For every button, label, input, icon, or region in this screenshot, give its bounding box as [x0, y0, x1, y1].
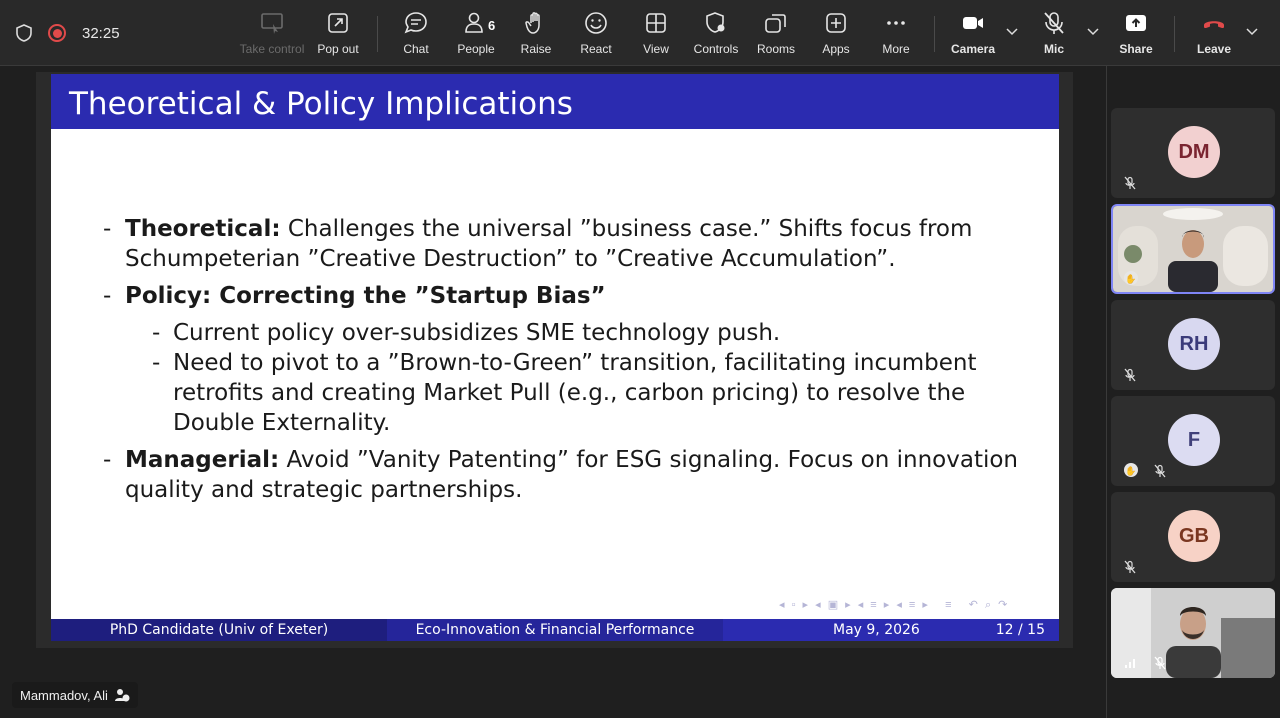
participant-tile-self[interactable] [1111, 588, 1275, 678]
toolbar-divider [1174, 16, 1175, 52]
share-button[interactable]: Share [1106, 10, 1166, 60]
slide-footer: PhD Candidate (Univ of Exeter) Eco-Innov… [51, 619, 1059, 641]
meeting-status: 32:25 [14, 0, 120, 66]
presenter-name-tag: Mammadov, Ali [12, 682, 138, 708]
mic-off-icon [1124, 368, 1136, 382]
sub-bullet-subsidies: - Current policy over-subsidizes SME tec… [152, 320, 781, 346]
participant-gallery: DM ✋ RH F ✋ GB [1106, 66, 1280, 718]
signal-strength-icon [1125, 659, 1135, 668]
share-icon [1126, 15, 1146, 31]
footer-author: PhD Candidate (Univ of Exeter) [51, 619, 387, 641]
shield-gear-icon [706, 12, 725, 33]
mic-options-chevron-icon[interactable] [1086, 24, 1100, 38]
participant-tile-active-speaker[interactable]: ✋ [1111, 204, 1275, 294]
mic-off-icon [1154, 656, 1166, 670]
add-app-icon [826, 13, 846, 33]
mic-off-icon [1124, 560, 1136, 574]
sub-bullet-pivot: - Need to pivot to a ”Brown-to-Green” tr… [152, 350, 977, 436]
rooms-icon [765, 14, 786, 33]
raised-hand-icon: ✋ [1124, 463, 1138, 477]
controls-button[interactable]: Controls [686, 10, 746, 60]
more-button[interactable]: More [866, 10, 926, 60]
view-button[interactable]: View [626, 10, 686, 60]
mic-button[interactable]: Mic [1024, 10, 1084, 60]
hand-icon [525, 12, 540, 34]
take-control-icon [261, 13, 283, 34]
hang-up-icon [1204, 21, 1224, 28]
toolbar-divider [934, 16, 935, 52]
participant-tile[interactable]: GB [1111, 492, 1275, 582]
react-button[interactable]: React [566, 10, 626, 60]
footer-date: May 9, 2026 [833, 622, 920, 638]
rooms-button[interactable]: Rooms [746, 10, 806, 60]
slide-header: Theoretical & Policy Implications [51, 74, 1059, 129]
meeting-toolbar: 32:25 Take control Pop out Chat 6 People… [0, 0, 1280, 66]
mic-off-icon [1124, 176, 1136, 190]
presentation-slide: Theoretical & Policy Implications - Theo… [51, 74, 1059, 641]
ellipsis-icon [887, 21, 905, 25]
camera-options-chevron-icon[interactable] [1005, 24, 1019, 38]
participant-tile[interactable]: F ✋ [1111, 396, 1275, 486]
pop-out-button[interactable]: Pop out [308, 10, 368, 60]
avatar: DM [1168, 126, 1220, 178]
take-control-button[interactable]: Take control [240, 10, 304, 60]
footer-date-page: May 9, 2026 12 / 15 [723, 619, 1059, 641]
avatar: F [1168, 414, 1220, 466]
slide-title: Theoretical & Policy Implications [69, 86, 573, 122]
toolbar-divider [377, 16, 378, 52]
mic-off-icon [1044, 12, 1064, 34]
bullet-theoretical: - Theoretical: Challenges the universal … [103, 216, 973, 272]
footer-topic: Eco-Innovation & Financial Performance [387, 619, 723, 641]
people-count: 6 [488, 18, 496, 33]
leave-options-chevron-icon[interactable] [1245, 24, 1259, 38]
grid-icon [646, 13, 666, 33]
recording-icon [48, 24, 66, 42]
smiley-icon [585, 12, 607, 34]
leave-button[interactable]: Leave [1184, 10, 1244, 60]
raised-hand-icon: ✋ [1124, 271, 1138, 285]
raise-hand-button[interactable]: Raise [506, 10, 566, 60]
beamer-navigation-icons[interactable]: ◂ ▫ ▸ ◂ ▣ ▸ ◂ ≡ ▸ ◂ ≡ ▸ ≡ ↶ ⌕ ↷ [779, 598, 1009, 612]
participant-tile[interactable]: RH [1111, 300, 1275, 390]
slide-body: - Theoretical: Challenges the universal … [103, 214, 1023, 512]
people-button[interactable]: 6 People [446, 10, 506, 60]
camera-button[interactable]: Camera [943, 10, 1003, 60]
presenter-icon [114, 689, 130, 702]
presenter-name: Mammadov, Ali [20, 687, 108, 703]
svg-text:✋: ✋ [1125, 465, 1136, 477]
bullet-managerial: - Managerial: Avoid ”Vanity Patenting” f… [103, 447, 1018, 503]
svg-text:✋: ✋ [1125, 273, 1136, 285]
chat-icon [404, 12, 427, 34]
footer-page-number: 12 / 15 [995, 622, 1045, 638]
apps-button[interactable]: Apps [806, 10, 866, 60]
bullet-policy: - Policy: Correcting the ”Startup Bias” [103, 283, 606, 309]
pop-out-icon [328, 13, 348, 33]
shield-icon[interactable] [14, 23, 34, 43]
people-icon [465, 12, 483, 33]
participant-tile[interactable]: DM [1111, 108, 1275, 198]
avatar: RH [1168, 318, 1220, 370]
avatar: GB [1168, 510, 1220, 562]
meeting-timer: 32:25 [82, 24, 120, 42]
camera-icon [963, 17, 983, 29]
chat-button[interactable]: Chat [386, 10, 446, 60]
mic-off-icon [1154, 464, 1166, 478]
